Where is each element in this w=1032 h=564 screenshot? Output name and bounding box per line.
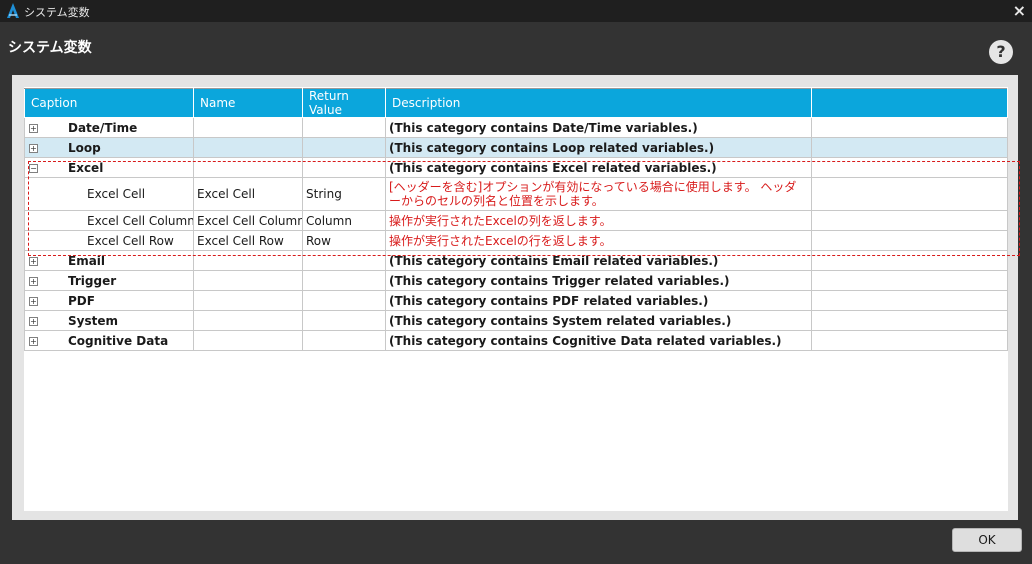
row-return-value — [302, 290, 386, 311]
row-return-value: String — [302, 177, 386, 211]
collapse-icon[interactable]: − — [29, 163, 38, 173]
row-name: Excel Cell — [193, 177, 303, 211]
table-row-excel-cell-column[interactable]: Excel Cell Column Excel Cell Column Colu… — [24, 210, 1008, 231]
table-row-excel[interactable]: − Excel (This category contains Excel rel… — [24, 157, 1008, 178]
column-header-return-value[interactable]: Return Value — [302, 88, 386, 118]
row-caption: Loop — [68, 140, 101, 155]
row-description: 操作が実行されたExcelの列を返します。 — [385, 210, 812, 231]
title-bar: システム変数 × — [0, 0, 1032, 22]
table-row-excel-cell-row[interactable]: Excel Cell Row Excel Cell Row Row 操作が実行さ… — [24, 230, 1008, 251]
row-name — [193, 270, 303, 291]
variables-table: Caption Name Return Value Description + D… — [24, 88, 1008, 351]
expand-icon[interactable]: + — [29, 336, 38, 346]
expand-icon[interactable]: + — [29, 143, 38, 153]
row-return-value: Row — [302, 230, 386, 251]
expand-icon[interactable]: + — [29, 316, 38, 326]
table-row-pdf[interactable]: + PDF (This category contains PDF related… — [24, 290, 1008, 311]
row-return-value — [302, 137, 386, 158]
column-header-caption[interactable]: Caption — [24, 88, 194, 118]
table-row-excel-cell[interactable]: Excel Cell Excel Cell String [ヘッダーを含む]オプ… — [24, 177, 1008, 211]
ok-button[interactable]: OK — [952, 528, 1022, 552]
row-description: (This category contains Loop related var… — [385, 137, 812, 158]
row-name: Excel Cell Row — [193, 230, 303, 251]
row-description: (This category contains Email related va… — [385, 250, 812, 271]
app-logo-icon — [7, 3, 19, 18]
row-return-value — [302, 250, 386, 271]
row-return-value — [302, 117, 386, 138]
row-name — [193, 330, 303, 351]
expand-icon[interactable]: + — [29, 256, 38, 266]
row-caption: System — [68, 313, 118, 328]
page-title: システム変数 — [8, 40, 92, 56]
table-row-cognitive-data[interactable]: + Cognitive Data (This category contains … — [24, 330, 1008, 351]
row-name — [193, 157, 303, 178]
system-variables-dialog: システム変数 × システム変数 ? Caption Name Return Va… — [0, 0, 1032, 564]
row-caption: Excel — [68, 160, 104, 175]
row-name — [193, 250, 303, 271]
row-caption: Excel Cell Column — [24, 210, 194, 231]
table-row-loop[interactable]: + Loop (This category contains Loop relat… — [24, 137, 1008, 158]
table-row-trigger[interactable]: + Trigger (This category contains Trigger… — [24, 270, 1008, 291]
expand-icon[interactable]: + — [29, 296, 38, 306]
row-description: [ヘッダーを含む]オプションが有効になっている場合に使用します。 ヘッダーからの… — [385, 177, 812, 211]
row-description: 操作が実行されたExcelの行を返します。 — [385, 230, 812, 251]
table-row-email[interactable]: + Email (This category contains Email rel… — [24, 250, 1008, 271]
row-caption: Trigger — [68, 273, 117, 288]
row-description: (This category contains Cognitive Data r… — [385, 330, 812, 351]
row-description: (This category contains System related v… — [385, 310, 812, 331]
row-caption: Cognitive Data — [68, 333, 169, 348]
row-return-value — [302, 157, 386, 178]
window-title: システム変数 — [24, 6, 90, 19]
row-caption: PDF — [68, 293, 95, 308]
table-row-date-time[interactable]: + Date/Time (This category contains Date/… — [24, 117, 1008, 138]
row-caption: Excel Cell Row — [24, 230, 194, 251]
row-name — [193, 117, 303, 138]
dialog-header: システム変数 ? — [0, 22, 1032, 74]
row-name — [193, 290, 303, 311]
row-name — [193, 310, 303, 331]
expand-icon[interactable]: + — [29, 123, 38, 133]
expand-icon[interactable]: + — [29, 276, 38, 286]
close-icon[interactable]: × — [1013, 1, 1026, 20]
row-name — [193, 137, 303, 158]
row-return-value — [302, 310, 386, 331]
row-return-value — [302, 330, 386, 351]
row-description: (This category contains Excel related va… — [385, 157, 812, 178]
row-description: (This category contains Trigger related … — [385, 270, 812, 291]
row-description: (This category contains PDF related vari… — [385, 290, 812, 311]
row-return-value: Column — [302, 210, 386, 231]
variables-panel: Caption Name Return Value Description + D… — [24, 87, 1020, 511]
row-return-value — [302, 270, 386, 291]
column-header-empty — [811, 88, 1008, 118]
content-area: Caption Name Return Value Description + D… — [12, 75, 1020, 520]
help-icon[interactable]: ? — [989, 40, 1013, 64]
column-header-description[interactable]: Description — [385, 88, 812, 118]
table-header-row: Caption Name Return Value Description — [24, 88, 1008, 118]
row-caption: Excel Cell — [24, 177, 194, 211]
row-caption: Date/Time — [68, 120, 138, 135]
row-description: (This category contains Date/Time variab… — [385, 117, 812, 138]
table-row-system[interactable]: + System (This category contains System r… — [24, 310, 1008, 331]
row-caption: Email — [68, 253, 106, 268]
row-name: Excel Cell Column — [193, 210, 303, 231]
column-header-name[interactable]: Name — [193, 88, 303, 118]
